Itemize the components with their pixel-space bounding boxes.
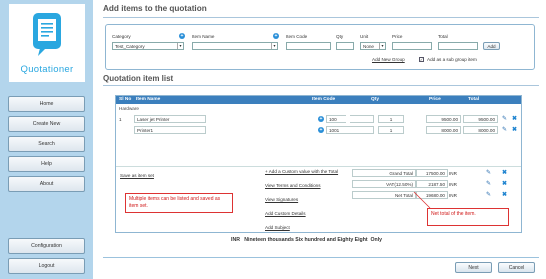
add-new-group-link[interactable]: Add New Group bbox=[372, 57, 405, 62]
vat-unit: INR bbox=[449, 182, 457, 187]
delete-x-icon[interactable]: ✖ bbox=[511, 127, 518, 134]
row-price[interactable]: 9500.00 bbox=[426, 115, 461, 123]
col-qty: Qty bbox=[371, 97, 379, 102]
delete-x-icon[interactable]: ✖ bbox=[501, 170, 508, 177]
qty-input[interactable] bbox=[336, 42, 354, 50]
edit-pencil-icon[interactable]: ✎ bbox=[485, 170, 492, 177]
net-total-unit: INR bbox=[449, 193, 457, 198]
nav-home-button[interactable]: Home bbox=[8, 96, 85, 112]
add-button[interactable]: Add bbox=[483, 42, 500, 50]
chevron-down-icon[interactable]: ▼ bbox=[271, 43, 277, 49]
annotation-item-set: Multiple items can be listed and saved a… bbox=[125, 193, 233, 213]
logo: Quotationer bbox=[9, 4, 85, 82]
chevron-down-icon[interactable]: ▼ bbox=[379, 43, 385, 49]
nav-create-new-button[interactable]: Create New bbox=[8, 116, 85, 132]
row-item-code[interactable]: 100 bbox=[326, 115, 374, 123]
item-code-label: Item Code bbox=[286, 34, 308, 39]
add-item-form: Category + Test_Category ▼ Item Name + ▼… bbox=[105, 24, 535, 70]
category-label: Category bbox=[112, 34, 131, 39]
row-sl: 1 bbox=[119, 117, 122, 122]
grand-total-unit: INR bbox=[449, 171, 457, 176]
edit-pencil-icon[interactable]: ✎ bbox=[501, 116, 508, 123]
spacer bbox=[346, 115, 350, 123]
nav-search-button[interactable]: Search bbox=[8, 136, 85, 152]
logo-text: Quotationer bbox=[20, 64, 74, 75]
add-subject-link[interactable]: Add Subject bbox=[265, 225, 290, 230]
next-button[interactable]: Next bbox=[455, 262, 492, 273]
delete-x-icon[interactable]: ✖ bbox=[511, 116, 518, 123]
group-label: Hardware bbox=[119, 106, 139, 111]
amount-in-words: INR Nineteen thousands Six hundred and E… bbox=[231, 237, 383, 243]
sidebar: Quotationer Home Create New Search Help … bbox=[0, 0, 93, 279]
unit-value: None bbox=[363, 43, 374, 49]
totals-row: Grand Total 17500.00 INR ✎ ✖ bbox=[116, 167, 521, 178]
divider bbox=[103, 17, 539, 18]
chevron-down-icon[interactable]: ▼ bbox=[177, 43, 183, 49]
row-total[interactable]: 9500.00 bbox=[463, 115, 498, 123]
grand-total-label: Grand Total bbox=[352, 169, 416, 177]
row-item-name[interactable]: Printer1 bbox=[134, 126, 206, 134]
category-select[interactable]: Test_Category ▼ bbox=[112, 42, 184, 50]
annotation-net-total: Net total of the item. bbox=[427, 208, 509, 226]
section-title: Quotation item list bbox=[103, 74, 174, 83]
unit-label: Unit bbox=[360, 34, 369, 39]
nav-about-button[interactable]: About bbox=[8, 176, 85, 192]
edit-pencil-icon[interactable]: ✎ bbox=[485, 192, 492, 199]
page-title: Add items to the quotation bbox=[103, 4, 207, 13]
main-content: Add items to the quotation Category + Te… bbox=[93, 0, 546, 279]
table-row: 1 Laser jet Printer + 100 1 9500.00 9500… bbox=[116, 113, 521, 124]
category-value: Test_Category bbox=[115, 43, 145, 49]
edit-pencil-icon[interactable]: ✎ bbox=[485, 181, 492, 188]
price-label: Price bbox=[392, 34, 403, 39]
row-item-name[interactable]: Laser jet Printer bbox=[134, 115, 206, 123]
annotation-arrow bbox=[413, 191, 431, 209]
table-header: Sl No Item Name Item Code Qty Price Tota… bbox=[116, 96, 521, 104]
totals-row: VAT(12.50%) 2187.50 INR ✎ ✖ bbox=[116, 178, 521, 189]
col-price: Price bbox=[429, 97, 441, 102]
item-name-select[interactable]: ▼ bbox=[192, 42, 278, 50]
col-item-name: Item Name bbox=[136, 97, 161, 102]
row-qty[interactable]: 1 bbox=[378, 115, 404, 123]
unit-select[interactable]: None ▼ bbox=[360, 42, 386, 50]
nav-configuration-button[interactable]: Configuration bbox=[8, 238, 85, 254]
total-input[interactable] bbox=[438, 42, 478, 50]
add-custom-details-link[interactable]: Add Custom Details bbox=[265, 211, 306, 216]
total-label: Total bbox=[438, 34, 448, 39]
col-item-code: Item Code bbox=[312, 97, 336, 102]
sub-group-checkbox[interactable]: ✓ bbox=[419, 57, 424, 62]
delete-x-icon[interactable]: ✖ bbox=[501, 181, 508, 188]
net-total-label: Net Total bbox=[352, 191, 416, 199]
nav-logout-button[interactable]: Logout bbox=[8, 258, 85, 274]
qty-label: Qty bbox=[336, 34, 344, 39]
document-logo-icon bbox=[33, 13, 61, 56]
row-qty[interactable]: 1 bbox=[378, 126, 404, 134]
item-name-label: Item Name bbox=[192, 34, 215, 39]
sub-group-label: Add as a sub group item bbox=[427, 57, 477, 62]
item-code-input[interactable] bbox=[286, 42, 331, 50]
add-category-plus-icon[interactable]: + bbox=[179, 33, 185, 39]
table-row: Printer1 + 1001 1 8000.00 8000.00 ✎ ✖ bbox=[116, 124, 521, 135]
row-price[interactable]: 8000.00 bbox=[426, 126, 461, 134]
edit-code-plus-icon[interactable]: + bbox=[318, 116, 324, 122]
edit-code-plus-icon[interactable]: + bbox=[318, 127, 324, 133]
add-item-plus-icon[interactable]: + bbox=[273, 33, 279, 39]
cancel-button[interactable]: Cancel bbox=[498, 262, 535, 273]
divider bbox=[103, 85, 539, 86]
col-sl-no: Sl No bbox=[119, 97, 132, 102]
vat-label: VAT(12.50%) bbox=[352, 180, 416, 188]
edit-pencil-icon[interactable]: ✎ bbox=[501, 127, 508, 134]
delete-x-icon[interactable]: ✖ bbox=[501, 192, 508, 199]
col-total: Total bbox=[468, 97, 480, 102]
row-item-code[interactable]: 1001 bbox=[326, 126, 374, 134]
price-input[interactable] bbox=[392, 42, 432, 50]
nav-help-button[interactable]: Help bbox=[8, 156, 85, 172]
row-total[interactable]: 8000.00 bbox=[463, 126, 498, 134]
grand-total-value: 17500.00 bbox=[416, 169, 448, 177]
divider bbox=[103, 257, 539, 258]
vat-value: 2187.50 bbox=[416, 180, 448, 188]
